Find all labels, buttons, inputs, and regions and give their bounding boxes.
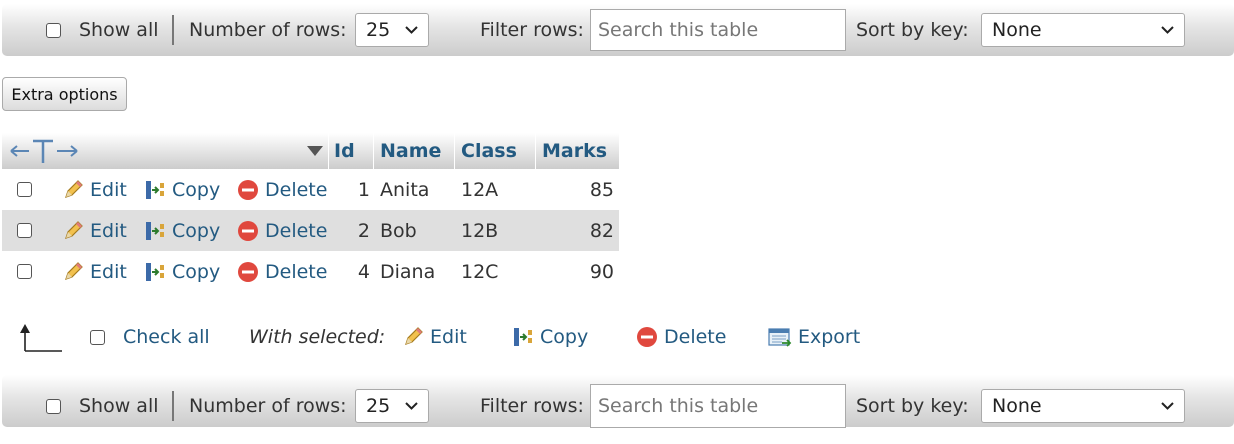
cell-id: 2: [357, 219, 370, 242]
column-divider: [535, 133, 536, 169]
pencil-icon: [62, 179, 84, 201]
copy-link[interactable]: Copy: [144, 169, 220, 210]
delete-link[interactable]: Delete: [237, 169, 327, 210]
column-header-class[interactable]: Class: [461, 133, 517, 169]
cell-marks: 82: [589, 219, 614, 242]
copy-icon: [144, 261, 166, 283]
bulk-export-button[interactable]: Export: [768, 318, 860, 356]
show-all-label: Show all: [79, 395, 159, 417]
row-checkbox[interactable]: [17, 182, 32, 197]
navigation-bar-top: Show all Number of rows: 25 Filter rows:…: [2, 4, 1234, 56]
copy-icon: [512, 326, 534, 348]
sort-label: Sort by key:: [856, 19, 969, 41]
pencil-icon: [62, 220, 84, 242]
chevron-down-icon: [1161, 399, 1174, 414]
filter-label: Filter rows:: [480, 395, 584, 417]
chevron-down-icon: [1161, 23, 1174, 38]
rows-label: Number of rows:: [189, 19, 347, 41]
edit-link[interactable]: Edit: [62, 251, 127, 292]
pencil-icon: [402, 326, 424, 348]
delete-icon: [237, 220, 259, 242]
column-divider: [373, 133, 374, 169]
delete-link[interactable]: Delete: [237, 210, 327, 251]
copy-icon: [144, 179, 166, 201]
filter-label: Filter rows:: [480, 19, 584, 41]
rows-select-value: 25: [366, 19, 391, 41]
cell-marks: 85: [589, 178, 614, 201]
delete-icon: [237, 179, 259, 201]
delete-icon: [636, 326, 658, 348]
sort-dropdown-icon[interactable]: [306, 133, 324, 169]
column-divider: [454, 133, 455, 169]
sort-select-value: None: [992, 19, 1042, 41]
rows-label: Number of rows:: [189, 395, 347, 417]
divider: [172, 391, 174, 421]
navigation-bar-bottom: Show all Number of rows: 25 Filter rows:…: [2, 375, 1234, 428]
rows-select[interactable]: 25: [355, 13, 429, 47]
table-row: Edit Copy Delete 1 Anita 12A 85: [2, 169, 619, 210]
extra-options-button[interactable]: Extra options: [2, 77, 127, 111]
delete-icon: [237, 261, 259, 283]
chevron-down-icon: [405, 23, 418, 38]
table-row: Edit Copy Delete 2 Bob 12B 82: [2, 210, 619, 251]
column-resize-arrows-icon[interactable]: [9, 133, 79, 169]
copy-icon: [144, 220, 166, 242]
edit-link[interactable]: Edit: [62, 210, 127, 251]
with-selected-label: With selected:: [249, 326, 386, 348]
cell-class: 12B: [461, 219, 499, 242]
copy-link[interactable]: Copy: [144, 251, 220, 292]
copy-link[interactable]: Copy: [144, 210, 220, 251]
table-row: Edit Copy Delete 4 Diana 12C 90: [2, 251, 619, 292]
show-all-label: Show all: [79, 19, 159, 41]
row-checkbox[interactable]: [17, 264, 32, 279]
show-all-control[interactable]: Show all: [46, 375, 159, 437]
show-all-checkbox[interactable]: [46, 22, 61, 38]
search-input[interactable]: Search this table: [590, 384, 846, 428]
cell-name: Anita: [380, 178, 430, 201]
column-header-marks[interactable]: Marks: [542, 133, 607, 169]
pencil-icon: [62, 261, 84, 283]
arrow-up-left-icon: [18, 318, 64, 356]
cell-class: 12C: [461, 260, 499, 283]
rows-select[interactable]: 25: [355, 389, 429, 423]
sort-select[interactable]: None: [981, 389, 1185, 423]
chevron-down-icon: [405, 399, 418, 414]
column-header-id[interactable]: Id: [334, 133, 355, 169]
table-header: Id Name Class Marks: [2, 133, 619, 169]
edit-link[interactable]: Edit: [62, 169, 127, 210]
check-all-control[interactable]: Check all: [90, 318, 210, 356]
bulk-edit-button[interactable]: Edit: [402, 318, 467, 356]
sort-select[interactable]: None: [981, 13, 1185, 47]
delete-link[interactable]: Delete: [237, 251, 327, 292]
search-input[interactable]: Search this table: [590, 9, 846, 51]
show-all-control[interactable]: Show all: [46, 4, 159, 56]
search-placeholder: Search this table: [598, 395, 759, 417]
export-icon: [768, 326, 792, 348]
row-checkbox[interactable]: [17, 223, 32, 238]
search-placeholder: Search this table: [598, 19, 759, 41]
bulk-delete-button[interactable]: Delete: [636, 318, 726, 356]
column-divider: [328, 133, 329, 169]
cell-name: Diana: [380, 260, 436, 283]
column-header-name[interactable]: Name: [380, 133, 441, 169]
cell-id: 1: [357, 178, 370, 201]
cell-marks: 90: [589, 260, 614, 283]
rows-select-value: 25: [366, 395, 391, 417]
cell-class: 12A: [461, 178, 499, 201]
show-all-checkbox[interactable]: [46, 398, 61, 414]
check-all-label[interactable]: Check all: [123, 326, 210, 348]
cell-id: 4: [357, 260, 370, 283]
sort-select-value: None: [992, 395, 1042, 417]
bulk-copy-button[interactable]: Copy: [512, 318, 588, 356]
check-all-checkbox[interactable]: [90, 329, 105, 345]
divider: [172, 15, 174, 45]
sort-label: Sort by key:: [856, 395, 969, 417]
cell-name: Bob: [380, 219, 417, 242]
